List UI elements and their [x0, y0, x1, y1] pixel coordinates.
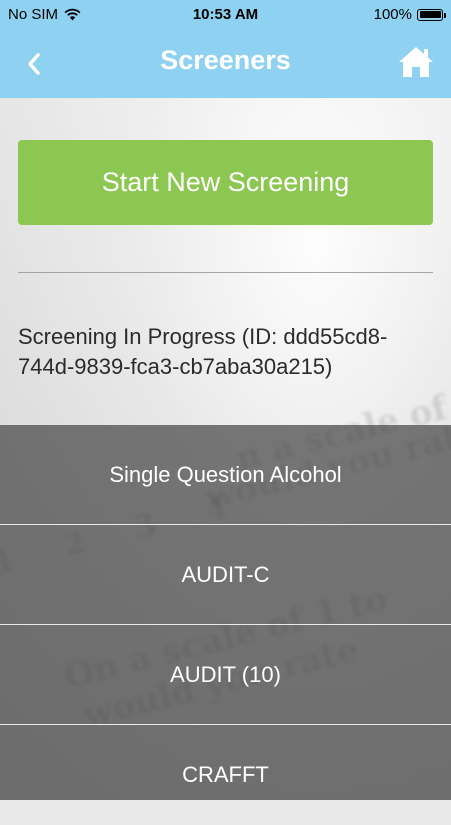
screening-in-progress-link[interactable]: Screening In Progress (ID: ddd55cd8-744d… [18, 322, 438, 382]
home-icon[interactable] [397, 45, 435, 79]
screener-single-question-alcohol[interactable]: Single Question Alcohol [0, 425, 451, 525]
screener-audit-10[interactable]: AUDIT (10) [0, 625, 451, 725]
page-title: Screeners [160, 45, 291, 75]
battery-percent: 100% [373, 6, 412, 23]
screener-list: Single Question Alcohol AUDIT-C AUDIT (1… [0, 425, 451, 800]
battery-icon [417, 8, 446, 21]
screener-audit-c[interactable]: AUDIT-C [0, 525, 451, 625]
screener-crafft[interactable]: CRAFFT [0, 725, 451, 825]
status-right: 100% [373, 6, 446, 23]
status-bar: No SIM 10:53 AM 100% [0, 0, 451, 30]
start-new-screening-button[interactable]: Start New Screening [18, 140, 433, 225]
nav-bar: Screeners [0, 30, 451, 98]
divider [18, 272, 433, 273]
